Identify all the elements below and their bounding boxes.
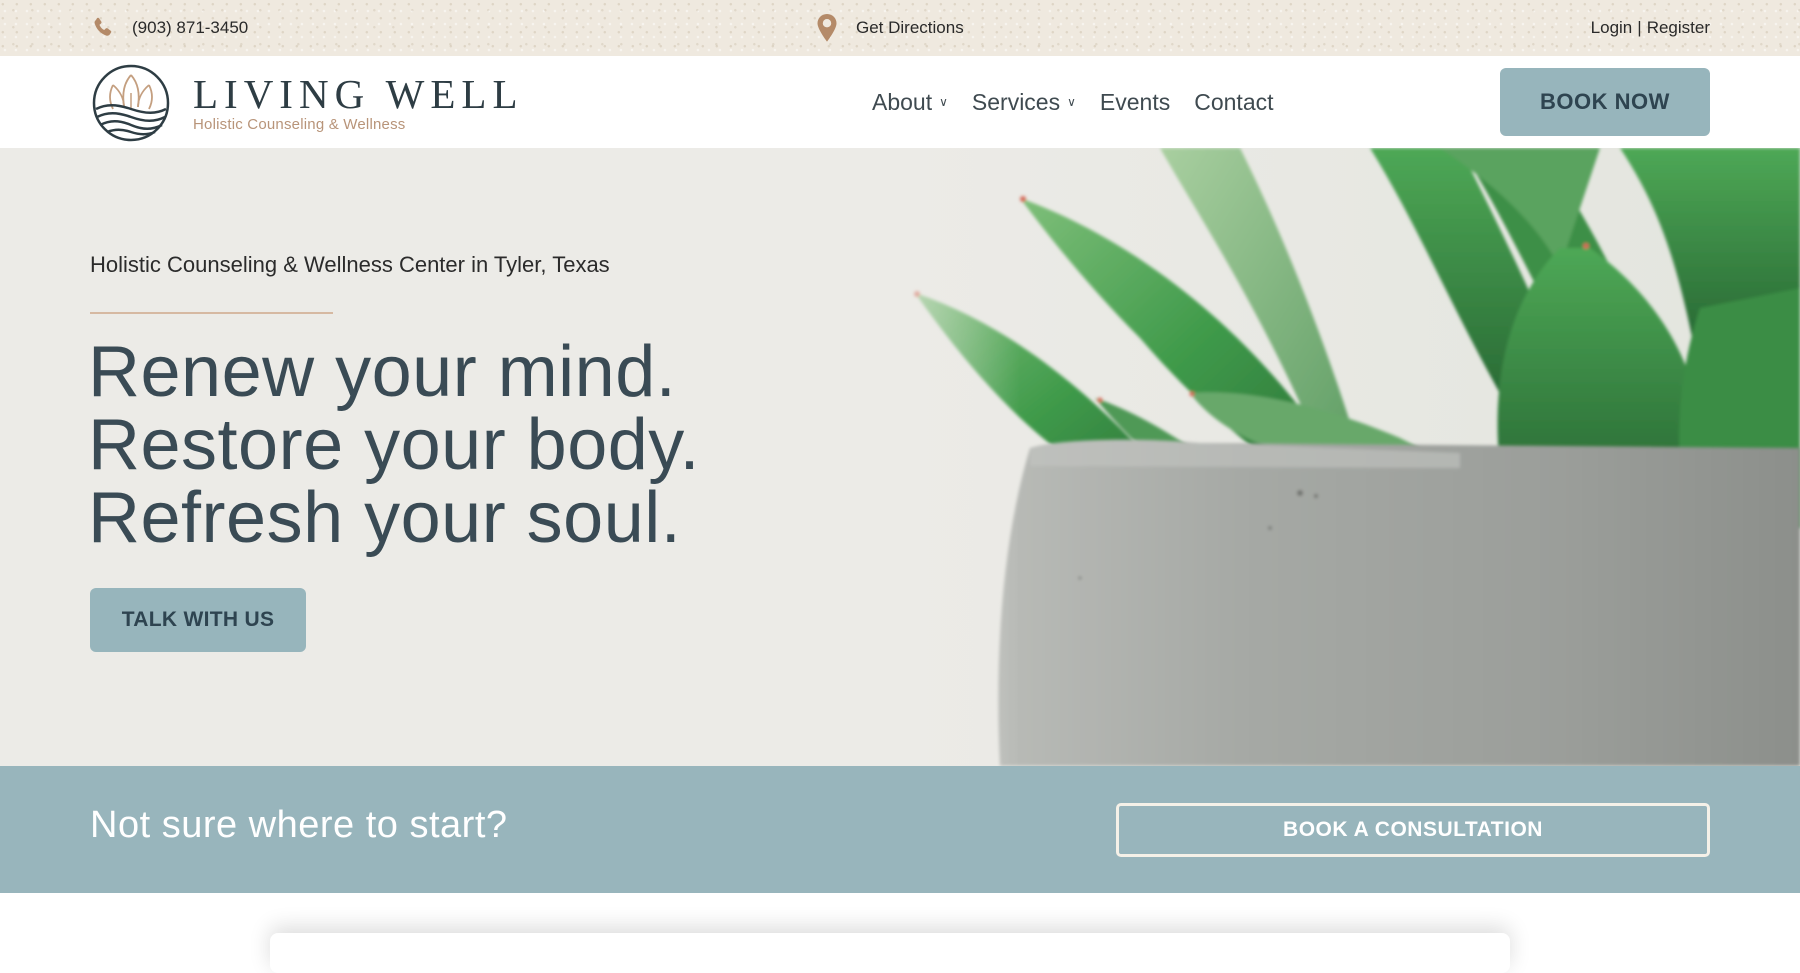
get-directions-link[interactable]: Get Directions [816,0,964,56]
book-consultation-button[interactable]: BOOK A CONSULTATION [1116,803,1710,857]
lotus-waves-logo-icon [92,64,170,142]
logo-title: LIVING WELL [193,70,524,117]
login-register-separator: | [1637,18,1642,37]
headline-line: Renew your mind. [88,332,677,412]
headline-line: Restore your body. [88,405,700,485]
register-link[interactable]: Register [1647,18,1710,38]
account-links: Login | Register [1591,0,1710,56]
main-nav: About ∨ Services ∨ Events Contact [872,56,1298,148]
chevron-down-icon: ∨ [939,95,948,109]
nav-label-contact: Contact [1194,88,1274,115]
phone-number: (903) 871-3450 [132,18,249,37]
talk-with-us-button[interactable]: TALK WITH US [90,588,306,652]
phone-link[interactable]: (903) 871-3450 [90,0,248,56]
nav-item-contact[interactable]: Contact [1194,89,1273,116]
consultation-cta-band: Not sure where to start? BOOK A CONSULTA… [0,766,1800,893]
headline-line: Refresh your soul. [88,478,682,558]
next-section [0,893,1800,973]
hero-headline: Renew your mind. Restore your body. Refr… [88,336,700,555]
hero-image-fade [820,148,1020,766]
nav-label-events: Events [1099,88,1171,115]
hero-tagline: Holistic Counseling & Wellness Center in… [90,252,610,277]
logo-subtitle: Holistic Counseling & Wellness [193,115,406,133]
nav-label-about: About [872,88,933,115]
login-link[interactable]: Login [1591,18,1633,38]
phone-icon [90,15,116,41]
book-now-button[interactable]: BOOK NOW [1500,68,1710,136]
nav-item-services[interactable]: Services ∨ [972,89,1076,116]
get-directions-label: Get Directions [856,18,964,37]
chevron-down-icon: ∨ [1067,95,1076,109]
nav-label-services: Services [971,88,1061,115]
map-pin-icon [816,13,838,43]
content-card [270,933,1510,973]
cta-heading: Not sure where to start? [90,804,508,846]
nav-item-events[interactable]: Events [1100,89,1170,116]
succulent-pot-image [900,148,1800,766]
site-logo[interactable]: LIVING WELL Holistic Counseling & Wellne… [91,64,524,142]
site-header: LIVING WELL Holistic Counseling & Wellne… [0,56,1800,148]
top-utility-bar: (903) 871-3450 Get Directions Login | Re… [0,0,1800,56]
logo-text: LIVING WELL Holistic Counseling & Wellne… [193,70,524,133]
nav-item-about[interactable]: About ∨ [872,89,948,116]
hero-divider [90,312,333,314]
hero-section: Holistic Counseling & Wellness Center in… [0,148,1800,766]
